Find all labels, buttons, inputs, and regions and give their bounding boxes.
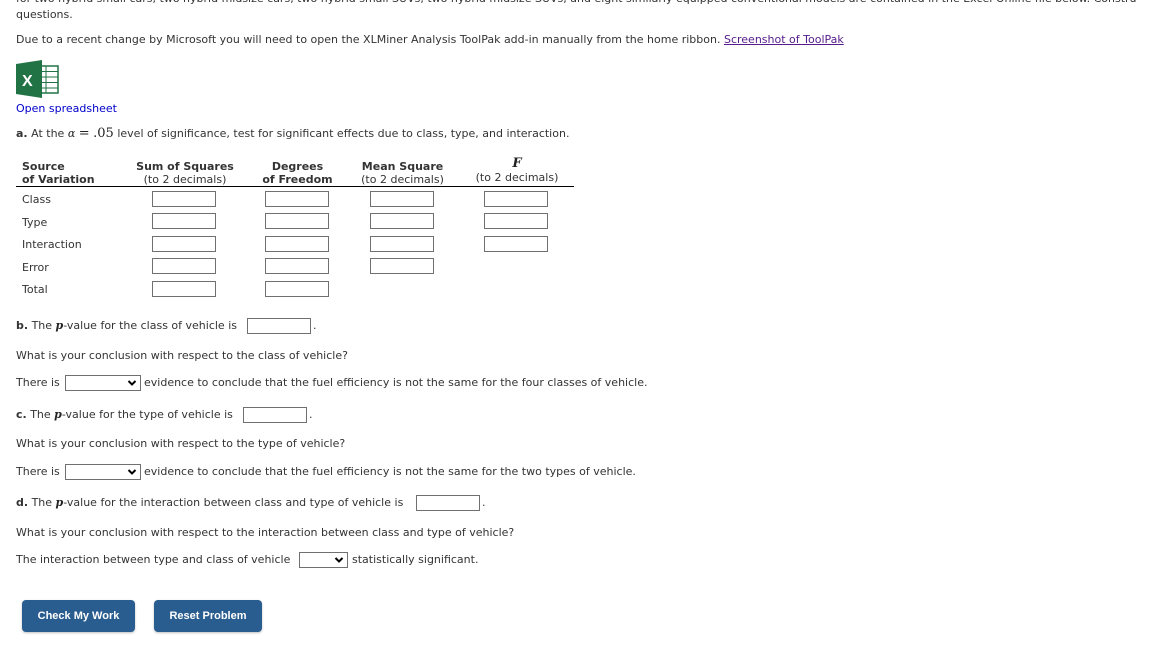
header-ms-line1: Mean Square xyxy=(361,160,444,173)
interaction-ss-input[interactable] xyxy=(152,236,216,252)
part-d-conclusion-suffix: statistically significant. xyxy=(352,553,479,566)
header-f-line1: F xyxy=(512,156,522,171)
type-df-input[interactable] xyxy=(265,213,329,229)
part-c-period: . xyxy=(309,408,313,421)
part-d-prompt: d. The p-value for the interaction betwe… xyxy=(16,496,403,509)
row-label-interaction: Interaction xyxy=(22,238,82,251)
error-ms-input[interactable] xyxy=(370,258,434,274)
error-df-input[interactable] xyxy=(265,258,329,274)
part-a-prompt: a. At the α = .05 level of significance,… xyxy=(16,126,569,141)
equals-sign: = xyxy=(78,126,90,141)
part-d-period: . xyxy=(482,496,486,509)
type-ms-input[interactable] xyxy=(370,213,434,229)
header-f: F (to 2 decimals) xyxy=(465,156,569,184)
class-pvalue-input[interactable] xyxy=(247,318,311,334)
header-ss-line1: Sum of Squares xyxy=(136,160,234,173)
header-ss-line2: (to 2 decimals) xyxy=(143,173,227,186)
class-evidence-select[interactable] xyxy=(65,375,141,391)
chevron-down-icon xyxy=(127,376,137,395)
part-c-prefix: The xyxy=(30,408,51,421)
part-d-letter: d. xyxy=(16,496,29,509)
interaction-significance-select[interactable] xyxy=(299,552,348,568)
part-b-conclusion-suffix: evidence to conclude that the fuel effic… xyxy=(144,376,648,389)
header-source-line1: Source xyxy=(22,160,65,173)
part-b-prompt: b. The p-value for the class of vehicle … xyxy=(16,319,237,332)
interaction-pvalue-input[interactable] xyxy=(416,495,480,511)
total-df-input[interactable] xyxy=(265,281,329,297)
chevron-down-icon xyxy=(127,465,137,484)
chevron-down-icon xyxy=(334,553,344,572)
part-c-conclusion-suffix: evidence to conclude that the fuel effic… xyxy=(144,465,636,478)
header-df-line1: Degrees xyxy=(271,160,324,173)
class-f-input[interactable] xyxy=(484,191,548,207)
class-ss-input[interactable] xyxy=(152,191,216,207)
header-f-line2: (to 2 decimals) xyxy=(475,171,559,184)
check-my-work-button[interactable]: Check My Work xyxy=(22,600,135,632)
alpha-symbol: α xyxy=(67,127,76,140)
open-spreadsheet-link[interactable]: Open spreadsheet xyxy=(16,102,117,115)
class-ms-input[interactable] xyxy=(370,191,434,207)
part-c-conclusion-prefix: There is xyxy=(16,465,60,478)
svg-text:X: X xyxy=(22,73,33,90)
part-c-letter: c. xyxy=(16,408,27,421)
part-c-question: What is your conclusion with respect to … xyxy=(16,437,346,450)
part-d-conclusion-prefix: The interaction between type and class o… xyxy=(16,553,291,566)
row-label-class: Class xyxy=(22,193,51,206)
class-df-input[interactable] xyxy=(265,191,329,207)
row-label-error: Error xyxy=(22,261,49,274)
part-a-text-before: At the xyxy=(31,127,65,140)
part-b-prefix: The xyxy=(31,319,53,332)
part-b-pvalue-text: -value for the class of vehicle is xyxy=(63,319,237,332)
toolpak-screenshot-link[interactable]: Screenshot of ToolPak xyxy=(724,33,844,46)
intro-cut-text: for two hybrid small cars, two hybrid mi… xyxy=(16,0,1137,5)
type-evidence-select[interactable] xyxy=(65,464,141,480)
header-sum-of-squares: Sum of Squares (to 2 decimals) xyxy=(125,160,245,186)
row-label-total: Total xyxy=(22,283,48,296)
header-df-line2: of Freedom xyxy=(262,173,333,186)
part-b-question: What is your conclusion with respect to … xyxy=(16,349,348,362)
type-f-input[interactable] xyxy=(484,213,548,229)
interaction-f-input[interactable] xyxy=(484,236,548,252)
interaction-ms-input[interactable] xyxy=(370,236,434,252)
part-d-pvalue-text: -value for the interaction between class… xyxy=(63,496,404,509)
type-ss-input[interactable] xyxy=(152,213,216,229)
row-label-type: Type xyxy=(22,216,48,229)
error-ss-input[interactable] xyxy=(152,258,216,274)
part-a-text-after: level of significance, test for signific… xyxy=(117,127,570,140)
type-pvalue-input[interactable] xyxy=(243,407,307,423)
header-ms-line2: (to 2 decimals) xyxy=(361,173,444,186)
header-source-line2: of Variation xyxy=(22,173,95,186)
toolpak-note: Due to a recent change by Microsoft you … xyxy=(16,33,844,46)
part-d-question: What is your conclusion with respect to … xyxy=(16,526,515,539)
header-mean-square: Mean Square (to 2 decimals) xyxy=(350,160,455,186)
excel-icon[interactable]: X xyxy=(16,60,60,98)
alpha-value: .05 xyxy=(93,126,114,141)
part-c-prompt: c. The p-value for the type of vehicle i… xyxy=(16,408,233,421)
part-c-pvalue-text: -value for the type of vehicle is xyxy=(61,408,233,421)
part-b-period: . xyxy=(313,319,317,332)
part-d-prefix: The xyxy=(31,496,53,509)
header-source: Source of Variation xyxy=(22,160,95,186)
intro-questions-text: questions. xyxy=(16,8,73,21)
p-symbol: p xyxy=(54,408,62,421)
part-b-letter: b. xyxy=(16,319,29,332)
reset-problem-button[interactable]: Reset Problem xyxy=(154,600,262,632)
toolpak-note-text: Due to a recent change by Microsoft you … xyxy=(16,33,721,46)
total-ss-input[interactable] xyxy=(152,281,216,297)
header-degrees-of-freedom: Degrees of Freedom xyxy=(250,160,345,186)
table-header-rule xyxy=(16,186,574,187)
part-b-conclusion-prefix: There is xyxy=(16,376,60,389)
part-a-letter: a. xyxy=(16,127,28,140)
interaction-df-input[interactable] xyxy=(265,236,329,252)
